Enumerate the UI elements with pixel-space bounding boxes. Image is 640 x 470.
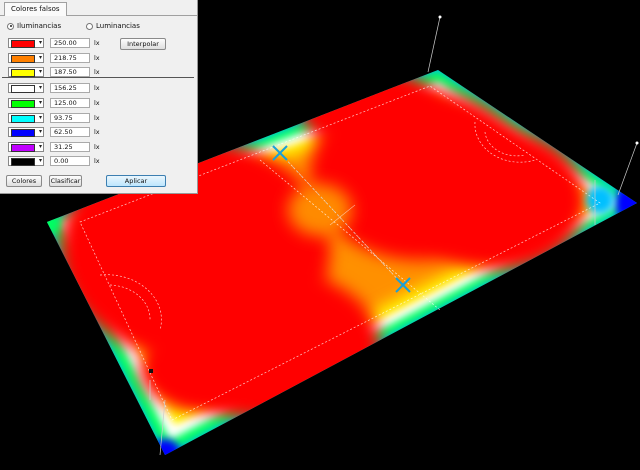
false-colors-panel: Colores falsos Iluminancias Luminancias … (0, 0, 198, 194)
color-swatch (11, 144, 35, 152)
radio-luminance[interactable]: Luminancias (86, 22, 140, 30)
color-swatch (11, 85, 35, 93)
value-field[interactable]: 156.25 (50, 83, 90, 93)
divider (2, 77, 194, 78)
color-swatch (11, 40, 35, 48)
tab-false-colors[interactable]: Colores falsos (4, 2, 67, 16)
color-row: ▾ 250.00 lx (6, 38, 192, 49)
color-picker-button[interactable]: ▾ (8, 67, 44, 77)
color-swatch (11, 55, 35, 63)
unit-label: lx (94, 84, 100, 92)
color-row: ▾ 93.75 lx (6, 113, 192, 124)
value-field[interactable]: 218.75 (50, 53, 90, 63)
color-row: ▾ 125.00 lx (6, 98, 192, 109)
unit-label: lx (94, 114, 100, 122)
dropdown-arrow-icon[interactable]: ▾ (39, 128, 42, 136)
color-picker-button[interactable]: ▾ (8, 98, 44, 108)
dropdown-arrow-icon[interactable]: ▾ (39, 114, 42, 122)
color-picker-button[interactable]: ▾ (8, 113, 44, 123)
value-field[interactable]: 0.00 (50, 156, 90, 166)
value-field[interactable]: 187.50 (50, 67, 90, 77)
unit-label: lx (94, 54, 100, 62)
value-field[interactable]: 31.25 (50, 142, 90, 152)
apply-button[interactable]: Aplicar (106, 175, 166, 187)
unit-label: lx (94, 99, 100, 107)
value-field[interactable]: 62.50 (50, 127, 90, 137)
dropdown-arrow-icon[interactable]: ▾ (39, 157, 42, 165)
dropdown-arrow-icon[interactable]: ▾ (39, 68, 42, 76)
color-picker-button[interactable]: ▾ (8, 38, 44, 48)
color-row: ▾ 0.00 lx (6, 156, 192, 167)
color-swatch (11, 158, 35, 166)
radio-luminance-label: Luminancias (96, 22, 140, 30)
unit-label: lx (94, 128, 100, 136)
dropdown-arrow-icon[interactable]: ▾ (39, 99, 42, 107)
radio-unselected-icon[interactable] (86, 22, 93, 30)
radio-selected-icon[interactable] (7, 22, 14, 30)
color-row: ▾ 31.25 lx (6, 142, 192, 153)
color-swatch (11, 115, 35, 123)
value-field[interactable]: 93.75 (50, 113, 90, 123)
dropdown-arrow-icon[interactable]: ▾ (39, 54, 42, 62)
color-row: ▾ 156.25 lx (6, 83, 192, 94)
color-swatch (11, 69, 35, 77)
color-picker-button[interactable]: ▾ (8, 53, 44, 63)
color-picker-button[interactable]: ▾ (8, 83, 44, 93)
radio-illuminance-label: Iluminancias (17, 22, 62, 30)
value-field[interactable]: 250.00 (50, 38, 90, 48)
classify-button[interactable]: Clasificar (49, 175, 82, 187)
color-picker-button[interactable]: ▾ (8, 142, 44, 152)
unit-label: lx (94, 68, 100, 76)
color-picker-button[interactable]: ▾ (8, 127, 44, 137)
color-swatch (11, 129, 35, 137)
radio-illuminance[interactable]: Iluminancias (7, 22, 61, 30)
unit-label: lx (94, 39, 100, 47)
unit-label: lx (94, 143, 100, 151)
colors-button[interactable]: Colores (6, 175, 42, 187)
unit-label: lx (94, 157, 100, 165)
color-row: ▾ 218.75 lx (6, 53, 192, 64)
color-picker-button[interactable]: ▾ (8, 156, 44, 166)
color-swatch (11, 100, 35, 108)
dropdown-arrow-icon[interactable]: ▾ (39, 84, 42, 92)
color-row: ▾ 62.50 lx (6, 127, 192, 138)
tab-strip: Colores falsos (0, 0, 197, 16)
dropdown-arrow-icon[interactable]: ▾ (39, 39, 42, 47)
value-field[interactable]: 125.00 (50, 98, 90, 108)
dropdown-arrow-icon[interactable]: ▾ (39, 143, 42, 151)
